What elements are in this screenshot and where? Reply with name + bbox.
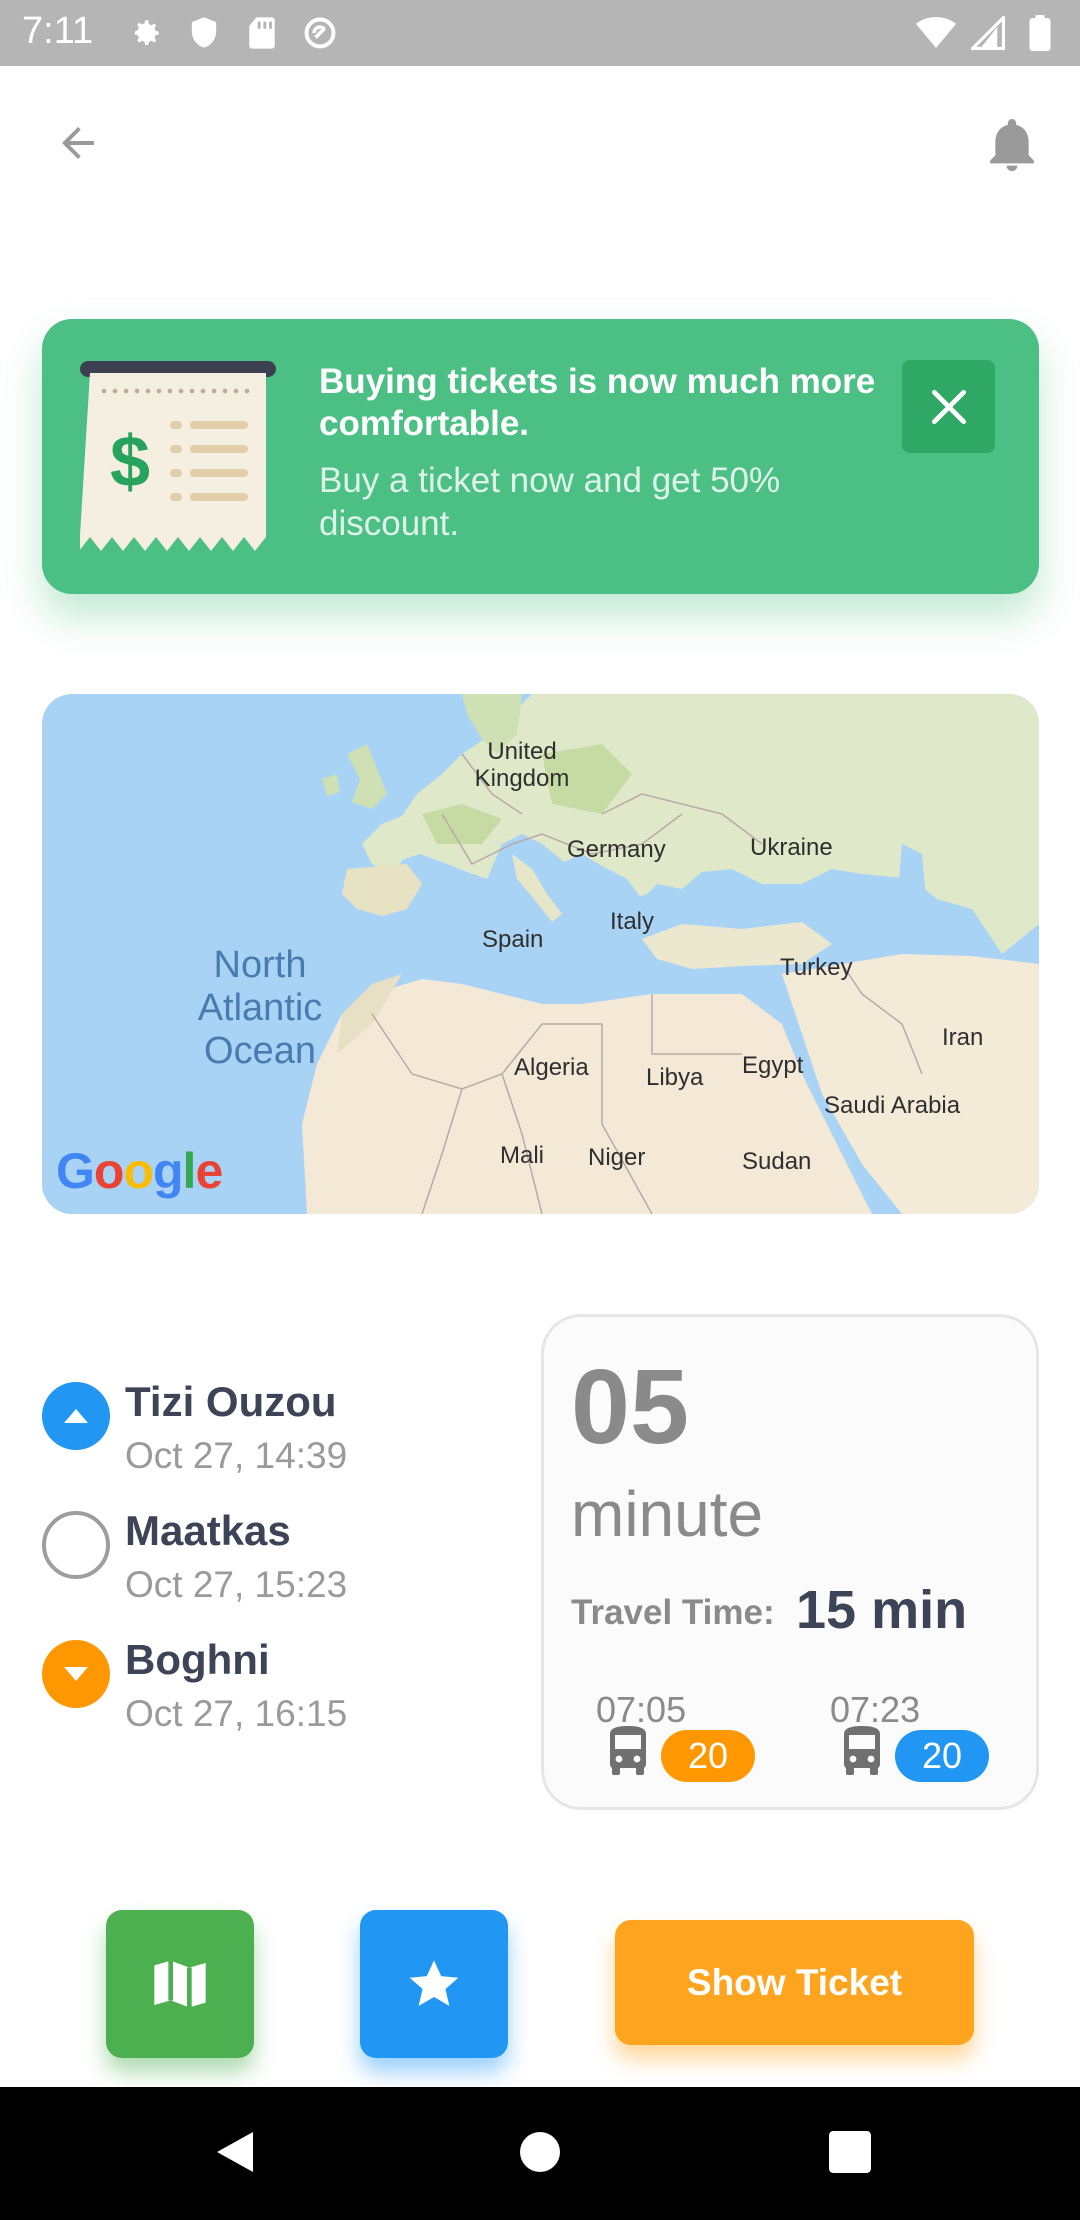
status-time: 7:11	[22, 10, 94, 52]
signal-icon	[968, 13, 1008, 53]
promo-banner: $ Buying tickets is now much more comfor…	[42, 319, 1039, 594]
receipt-dollar: $	[110, 422, 150, 502]
map-label-uk: United Kingdom	[474, 738, 570, 792]
countdown-unit: minute	[571, 1478, 764, 1550]
close-icon	[931, 389, 966, 424]
travel-time-label: Travel Time:	[571, 1593, 775, 1632]
show-ticket-button[interactable]: Show Ticket	[615, 1920, 974, 2045]
map-label-italy: Italy	[610, 908, 655, 935]
travel-time-value: 15 min	[796, 1580, 968, 1640]
stop-time: Oct 27, 16:15	[125, 1693, 348, 1734]
map-label-saudi: Saudi Arabia	[824, 1092, 961, 1119]
map-label-algeria: Algeria	[514, 1054, 589, 1081]
map-label-niger: Niger	[588, 1144, 646, 1171]
stop-name: Tizi Ouzou	[125, 1378, 337, 1425]
status-icons-right	[916, 13, 1060, 53]
map-icon	[154, 1960, 206, 2008]
map-label-turkey: Turkey	[780, 954, 853, 981]
bell-icon	[990, 119, 1034, 172]
countdown-value: 05	[571, 1348, 689, 1466]
chevron-down-icon	[42, 1640, 110, 1708]
map-label-mali: Mali	[500, 1142, 545, 1169]
status-icons-left	[126, 13, 340, 53]
star-icon	[409, 1960, 459, 2006]
promo-close-button[interactable]	[902, 360, 995, 453]
map-label-sudan: Sudan	[742, 1148, 812, 1175]
shield-icon	[184, 13, 224, 53]
back-button[interactable]	[50, 115, 106, 171]
sync-icon	[300, 13, 340, 53]
status-bar: 7:11	[0, 0, 1080, 66]
promo-title: Buying tickets is now much more comforta…	[319, 362, 876, 443]
circle-outline-icon	[42, 1511, 110, 1579]
receipt-icon: $	[79, 361, 280, 556]
stop-item: Maatkas Oct 27, 15:23	[42, 1507, 492, 1617]
map-label-libya: Libya	[646, 1064, 704, 1091]
map-label-ukraine: Ukraine	[750, 834, 833, 861]
stop-name: Boghni	[125, 1636, 270, 1683]
promo-subtitle: Buy a ticket now and get 50% discount.	[319, 461, 781, 543]
google-logo: Google	[56, 1143, 223, 1199]
chevron-up-icon	[42, 1382, 110, 1450]
map-label-egypt: Egypt	[742, 1052, 804, 1079]
battery-icon	[1020, 13, 1060, 53]
stop-item: Tizi Ouzou Oct 27, 14:39	[42, 1378, 492, 1488]
map-label-ocean: North Atlantic Ocean	[197, 944, 323, 1072]
bus-icon	[836, 1722, 888, 1778]
stop-time: Oct 27, 15:23	[125, 1564, 348, 1605]
arrow-left-icon	[62, 127, 94, 159]
map-button[interactable]	[106, 1910, 254, 2058]
gear-icon	[126, 13, 166, 53]
bus-number-badge: 20	[661, 1730, 755, 1782]
bus-number-badge: 20	[895, 1730, 989, 1782]
home-circle-icon[interactable]	[505, 2117, 575, 2187]
map-label-germany: Germany	[567, 836, 666, 863]
recents-square-icon[interactable]	[815, 2117, 885, 2187]
bus-icon	[602, 1722, 654, 1778]
stop-item: Boghni Oct 27, 16:15	[42, 1636, 492, 1746]
map-view[interactable]: North Atlantic Ocean United Kingdom Germany…	[42, 694, 1039, 1214]
sd-card-icon	[242, 13, 282, 53]
favorite-button[interactable]	[360, 1910, 508, 2058]
map-label-iran: Iran	[942, 1024, 984, 1051]
stop-time: Oct 27, 14:39	[125, 1435, 348, 1476]
map-label-spain: Spain	[482, 926, 544, 953]
back-triangle-icon[interactable]	[200, 2117, 270, 2187]
wifi-icon	[916, 13, 956, 53]
stop-name: Maatkas	[125, 1507, 291, 1554]
system-nav-bar	[0, 2087, 1080, 2220]
notifications-button[interactable]	[984, 112, 1040, 176]
departure-card: 05 minute Travel Time: 15 min 07:05 20 0…	[541, 1314, 1039, 1810]
